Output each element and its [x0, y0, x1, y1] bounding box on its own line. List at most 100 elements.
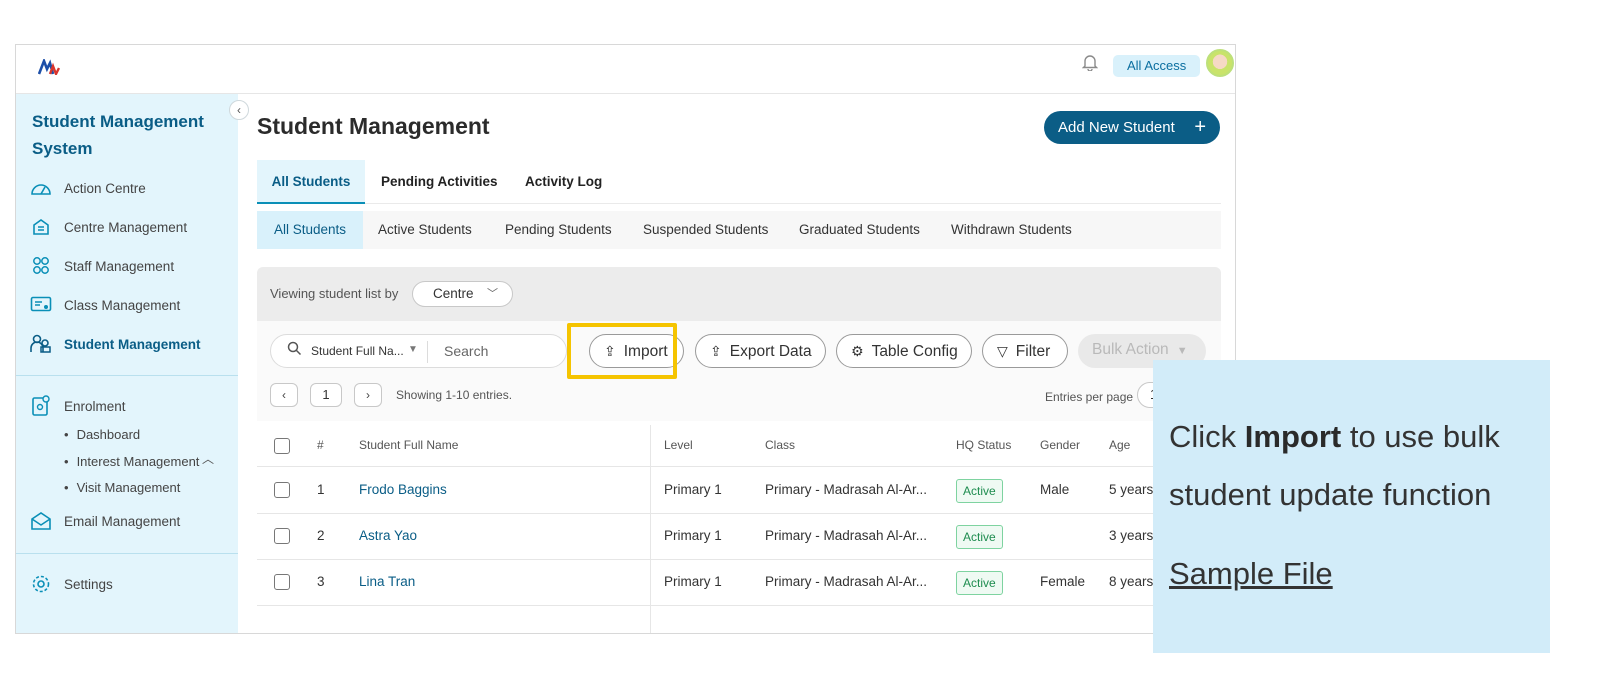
student-name-link[interactable]: Astra Yao [359, 528, 417, 543]
table-row[interactable]: 2 Astra Yao Primary 1 Primary - Madrasah… [257, 514, 1221, 560]
sidebar-item-settings[interactable]: Settings [30, 572, 113, 596]
sidebar-item-class-management[interactable]: Class Management [30, 293, 180, 317]
student-level: Primary 1 [664, 482, 722, 497]
page-title: Student Management [257, 113, 490, 139]
chevron-down-icon: ﹀ [487, 288, 498, 300]
showing-entries-text: Showing 1-10 entries. [396, 388, 513, 402]
table-row[interactable]: 1 Frodo Baggins Primary 1 Primary - Madr… [257, 468, 1221, 514]
sidebar-subitem-dashboard[interactable]: Dashboard [64, 427, 141, 442]
filter-label: Filter [1015, 343, 1051, 360]
sidebar-item-label: Centre Management [64, 219, 188, 235]
column-header-gender[interactable]: Gender [1040, 438, 1080, 452]
gear-icon [30, 574, 52, 594]
column-header-hq-status[interactable]: HQ Status [956, 438, 1011, 452]
student-level: Primary 1 [664, 574, 722, 589]
row-checkbox[interactable] [274, 574, 290, 590]
table-config-button[interactable]: ⚙ Table Config [836, 334, 972, 368]
select-all-checkbox[interactable] [274, 438, 290, 454]
table-row[interactable]: 3 Lina Tran Primary 1 Primary - Madrasah… [257, 560, 1221, 606]
subtab-pending-students[interactable]: Pending Students [505, 211, 612, 249]
column-header-age[interactable]: Age [1109, 438, 1130, 452]
sidebar-item-staff-management[interactable]: Staff Management [30, 254, 174, 278]
page-number[interactable]: 1 [310, 383, 342, 407]
student-gender: Female [1040, 574, 1086, 589]
view-by-value: Centre [433, 286, 474, 301]
row-checkbox[interactable] [274, 482, 290, 498]
search-bar[interactable]: Student Full Na... ▼ Search [270, 334, 567, 368]
subtab-graduated-students[interactable]: Graduated Students [799, 211, 920, 249]
student-level: Primary 1 [664, 528, 722, 543]
caret-down-icon: ▼ [408, 344, 418, 355]
student-age: 8 years [1109, 574, 1154, 589]
tutorial-callout: Click Import to use bulk student update … [1153, 360, 1550, 653]
subtab-active-students[interactable]: Active Students [378, 211, 472, 249]
sidebar-item-label: Action Centre [64, 180, 146, 196]
export-icon: ⇪ [710, 343, 722, 359]
team-icon [30, 256, 52, 276]
callout-text: Click Import to use bulk student update … [1169, 408, 1539, 524]
sidebar-item-email-management[interactable]: Email Management [30, 509, 180, 533]
subtab-withdrawn-students[interactable]: Withdrawn Students [951, 211, 1072, 249]
gear-icon: ⚙ [851, 343, 864, 359]
search-field-select[interactable]: Student Full Na... [311, 344, 404, 358]
column-header-level[interactable]: Level [664, 438, 693, 452]
filter-icon: ▽ [997, 343, 1008, 359]
sample-file-link[interactable]: Sample File [1169, 556, 1333, 592]
primary-tabs: All Students Pending Activities Activity… [257, 160, 1221, 204]
sidebar-item-student-management[interactable]: Student Management [30, 332, 201, 356]
tab-pending-activities[interactable]: Pending Activities [381, 160, 498, 204]
student-name-link[interactable]: Frodo Baggins [359, 482, 447, 497]
student-class: Primary - Madrasah Al-Ar... [765, 528, 928, 543]
search-input[interactable]: Search [444, 343, 488, 359]
status-badge: Active [956, 525, 1003, 549]
sidebar-item-action-centre[interactable]: Action Centre [30, 176, 146, 200]
tab-activity-log[interactable]: Activity Log [525, 160, 602, 204]
sidebar-item-label: Enrolment [64, 398, 126, 414]
sidebar-title: Student Management System [32, 112, 204, 158]
sidebar-item-label: Student Management [64, 336, 201, 352]
status-badge: Active [956, 479, 1003, 503]
app-logo-icon[interactable] [37, 57, 61, 80]
tab-all-students[interactable]: All Students [257, 160, 365, 204]
column-header-class[interactable]: Class [765, 438, 795, 452]
caret-down-icon: ▼ [1176, 345, 1188, 357]
view-by-select[interactable]: Centre ﹀ [412, 281, 513, 307]
table-toolbar: Student Full Na... ▼ Search ⇪ Import ⇪ Exp… [257, 321, 1221, 421]
column-header-number: # [317, 438, 324, 452]
sidebar-divider [16, 375, 238, 376]
sidebar-item-label: Class Management [64, 297, 181, 313]
export-data-button[interactable]: ⇪ Export Data [695, 334, 826, 368]
sidebar-subitem-interest-management[interactable]: Interest Management [64, 454, 200, 469]
access-badge[interactable]: All Access [1113, 55, 1201, 77]
student-name-link[interactable]: Lina Tran [359, 574, 415, 589]
sidebar-subitem-visit-management[interactable]: Visit Management [64, 480, 181, 495]
user-avatar[interactable] [1206, 49, 1234, 77]
sidebar-divider [16, 553, 238, 554]
notification-bell-icon[interactable] [1081, 53, 1099, 76]
subtab-all-students[interactable]: All Students [257, 211, 363, 249]
next-page-button[interactable]: › [354, 383, 382, 407]
students-icon [30, 334, 52, 354]
prev-page-button[interactable]: ‹ [270, 383, 298, 407]
view-by-bar: Viewing student list by Centre ﹀ [257, 267, 1221, 321]
status-tabs: All Students Active Students Pending Stu… [257, 211, 1221, 249]
sidebar-item-label: Email Management [64, 513, 181, 529]
students-table: # Student Full Name Level Class HQ Statu… [257, 425, 1221, 633]
row-checkbox[interactable] [274, 528, 290, 544]
bulk-action-label: Bulk Action [1092, 341, 1169, 358]
add-new-student-button[interactable]: Add New Student + [1044, 111, 1220, 144]
sidebar-item-centre-management[interactable]: Centre Management [30, 215, 187, 239]
sidebar-item-enrolment[interactable]: Enrolment [30, 394, 126, 418]
search-divider [427, 341, 428, 363]
subtab-suspended-students[interactable]: Suspended Students [643, 211, 768, 249]
column-header-name[interactable]: Student Full Name [359, 438, 458, 452]
pagination: ‹ 1 › Showing 1-10 entries. [270, 382, 512, 408]
filter-button[interactable]: ▽ Filter [982, 334, 1068, 368]
sidebar-item-label: Settings [64, 576, 113, 592]
collapse-sidebar-icon[interactable]: ‹ [229, 100, 249, 120]
student-class: Primary - Madrasah Al-Ar... [765, 482, 928, 497]
chevron-up-icon[interactable]: ︿ [202, 450, 214, 467]
table-config-label: Table Config [871, 343, 958, 360]
plus-icon: + [1194, 116, 1206, 138]
row-number: 2 [317, 528, 325, 543]
